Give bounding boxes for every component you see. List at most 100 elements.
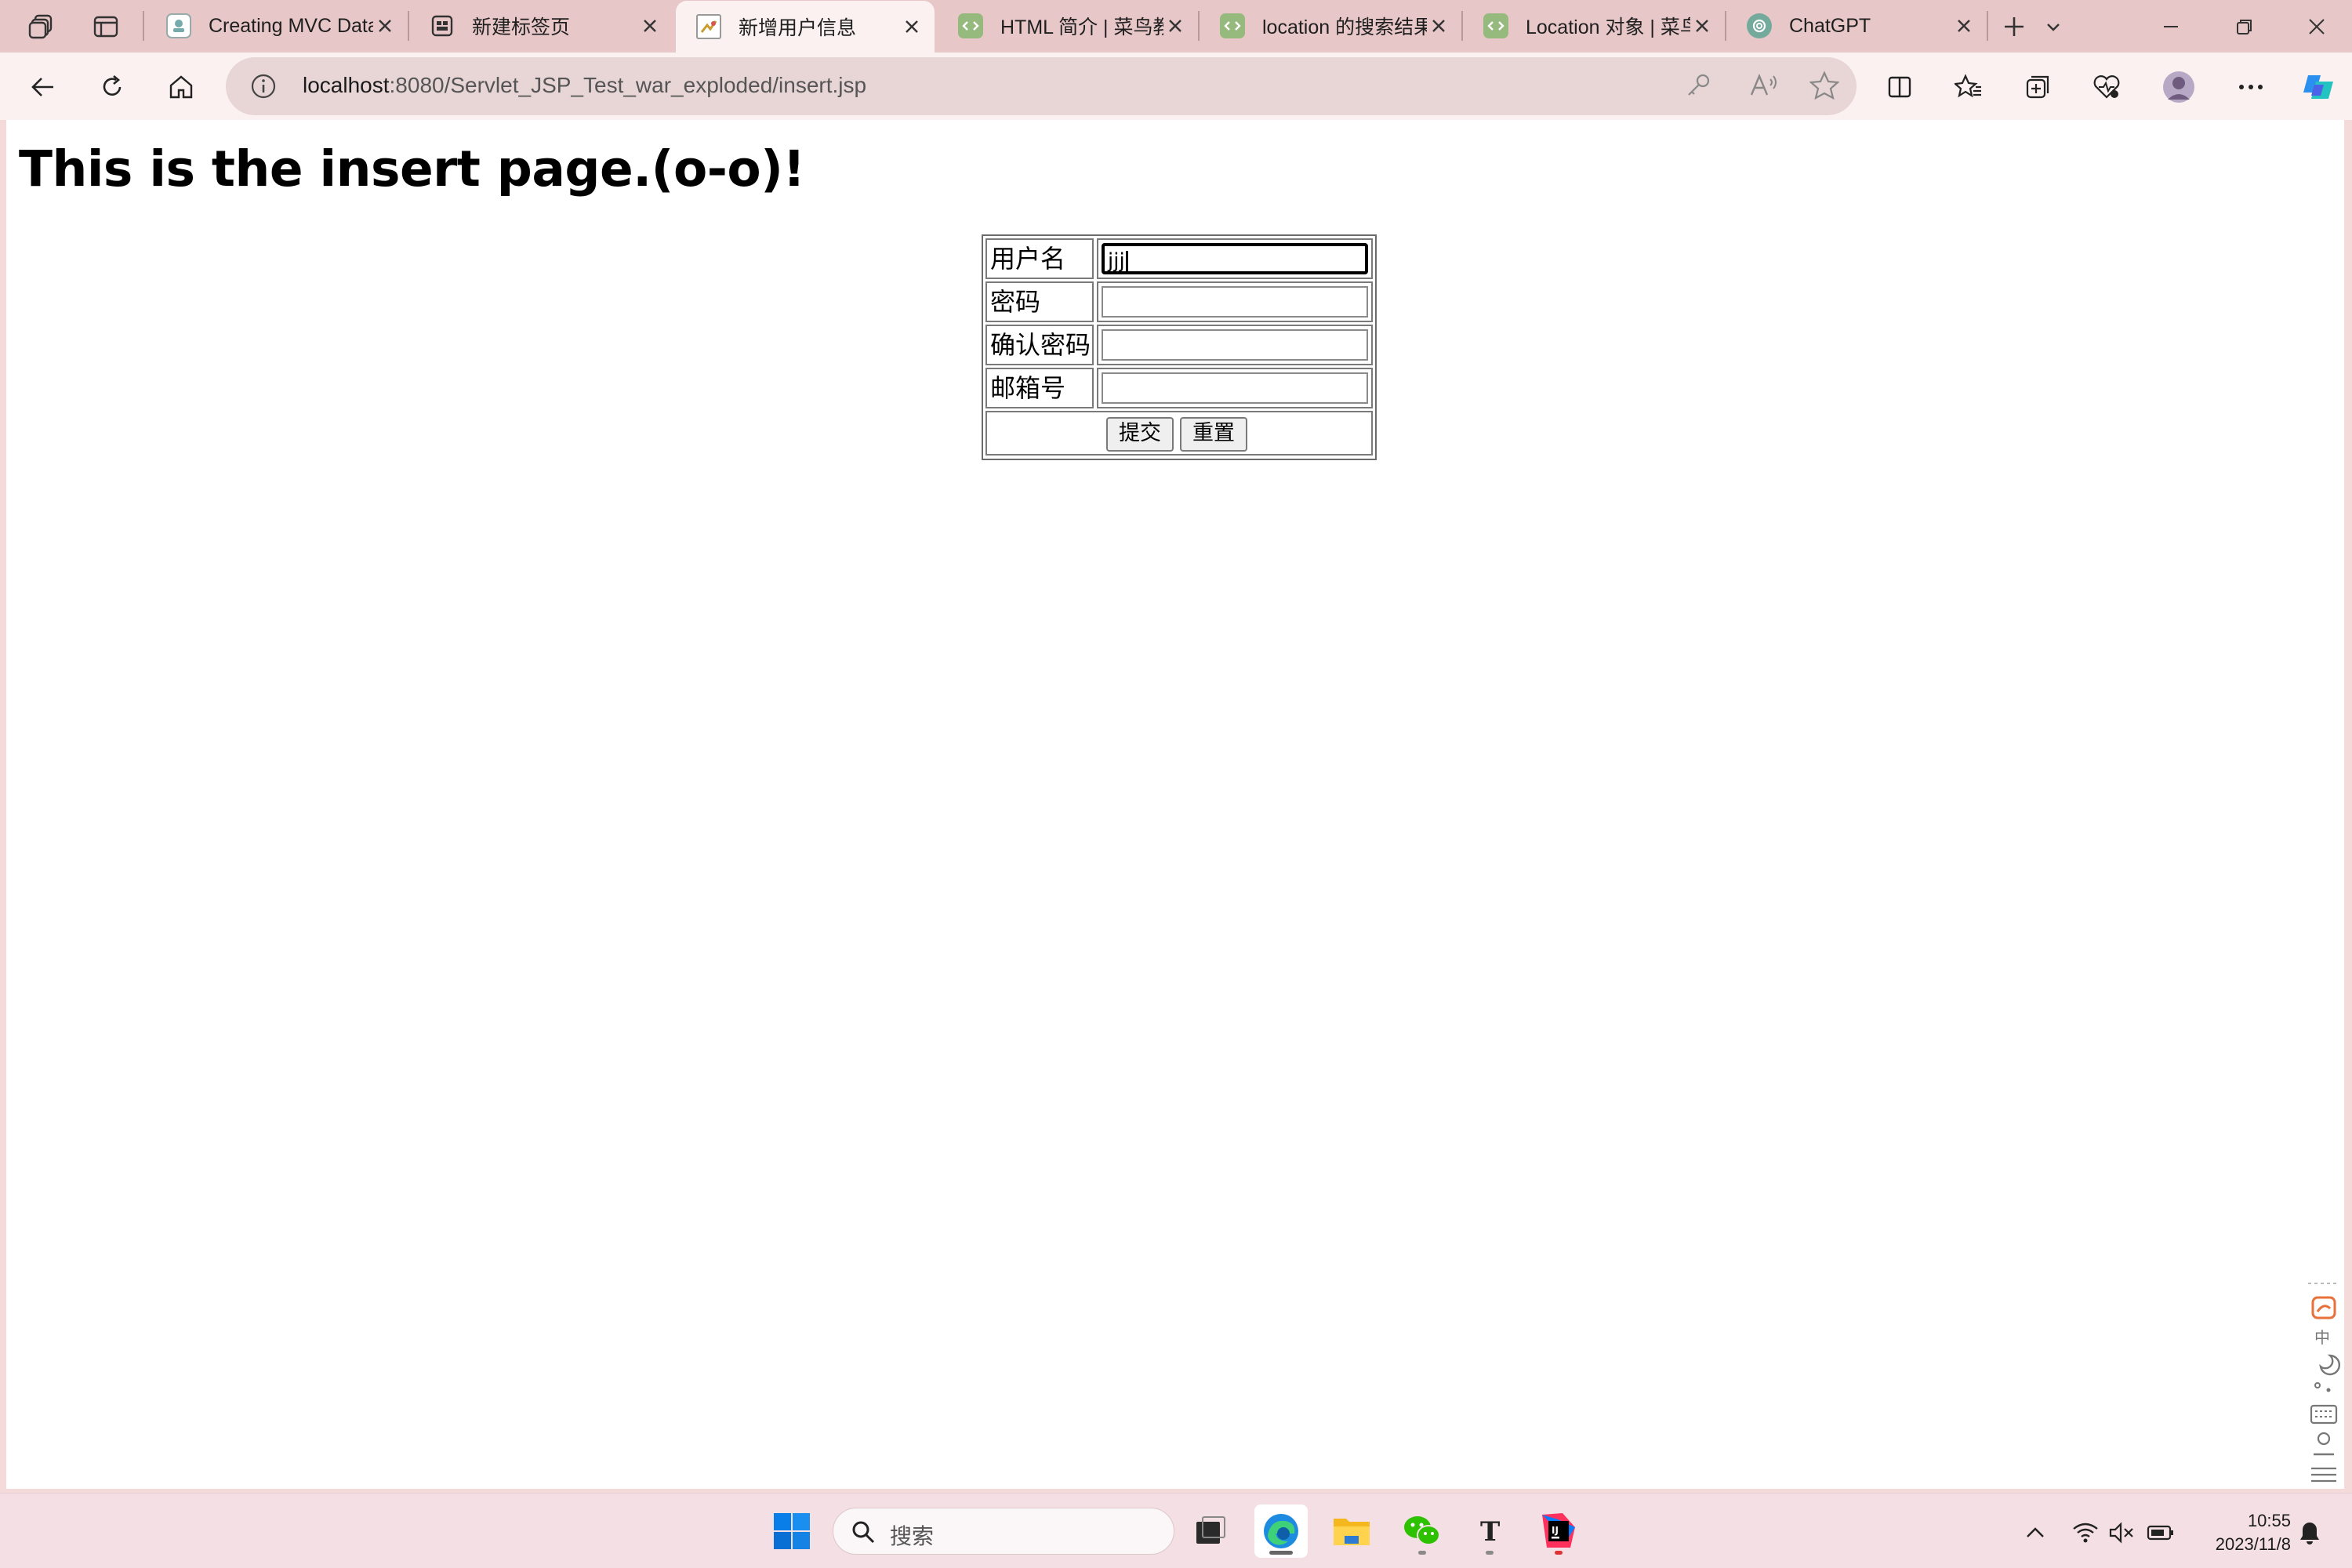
typora-icon[interactable]: T (1463, 1504, 1516, 1558)
tab-separator (1987, 11, 1988, 41)
insert-user-form: 用户名 jjj 密码 确认密码 邮箱号 提交 重置 (982, 234, 1377, 460)
chatgpt-favicon-icon (1747, 13, 1772, 38)
split-screen-icon[interactable] (1877, 64, 1922, 110)
email-label-cell: 邮箱号 (985, 368, 1094, 408)
battery-icon[interactable] (2145, 1517, 2176, 1548)
tab-strip: Creating MVC Data 新建标签页 新增用户信息 HTML 简介 |… (0, 0, 2352, 53)
password-input-cell (1097, 281, 1373, 322)
minimize-icon[interactable] (2148, 8, 2194, 45)
web-page: This is the insert page.(o-o)! 用户名 jjj 密… (6, 120, 2344, 1549)
username-label-cell: 用户名 (985, 238, 1094, 279)
home-icon[interactable] (158, 64, 204, 110)
runoob-favicon-icon (1220, 13, 1245, 38)
close-icon[interactable] (900, 15, 924, 38)
username-input-cell: jjj (1097, 238, 1373, 279)
tab-creating-mvc[interactable]: Creating MVC Data (146, 2, 408, 50)
show-hidden-icons-chevron-up-icon[interactable] (2020, 1517, 2051, 1548)
tab-location-object[interactable]: Location 对象 | 菜鸟 (1463, 2, 1725, 50)
tab-insert-user[interactable]: 新增用户信息 (676, 1, 935, 53)
svg-text:T: T (1480, 1516, 1500, 1547)
tab-list-chevron-down-icon[interactable] (2031, 8, 2076, 45)
url-host: localhost (303, 73, 390, 97)
system-clock[interactable]: 10:55 2023/11/8 (2189, 1509, 2291, 1556)
tab-title: 新增用户信息 (739, 17, 857, 39)
taskbar-search-box[interactable]: 搜索 (833, 1508, 1174, 1555)
tab-new-tab[interactable]: 新建标签页 (409, 2, 673, 50)
vertical-tabs-icon[interactable] (83, 8, 129, 45)
tab-separator (143, 11, 144, 41)
page-favicon-icon (166, 13, 191, 38)
favorite-star-icon[interactable] (1809, 71, 1841, 102)
close-icon[interactable] (373, 14, 397, 38)
clock-time: 10:55 (2247, 1511, 2291, 1530)
close-icon[interactable] (1690, 14, 1714, 38)
form-buttons-cell: 提交 重置 (985, 411, 1373, 456)
running-indicator (1418, 1551, 1426, 1555)
url-text: localhost:8080/Servlet_JSP_Test_war_expl… (303, 73, 866, 98)
password-input[interactable] (1102, 286, 1368, 318)
running-indicator (1269, 1551, 1293, 1555)
running-indicator (1486, 1551, 1494, 1555)
workspaces-icon[interactable] (19, 8, 64, 45)
tab-title: Creating MVC Data (209, 14, 373, 37)
navigation-bar: localhost:8080/Servlet_JSP_Test_war_expl… (0, 53, 2352, 120)
profile-avatar[interactable] (2156, 64, 2201, 110)
tab-location-search[interactable]: location 的搜索结果 (1200, 2, 1461, 50)
taskbar: 搜索 T IJ 10:55 2023/11/8 (0, 1493, 2352, 1568)
tab-title: location 的搜索结果 (1262, 16, 1427, 38)
running-indicator (1555, 1551, 1563, 1555)
search-placeholder: 搜索 (890, 1524, 935, 1548)
site-info-icon[interactable] (249, 72, 278, 100)
collections-icon[interactable] (2015, 64, 2060, 110)
email-input-cell (1097, 368, 1373, 408)
username-value: jjj (1108, 249, 1125, 273)
volume-muted-icon[interactable] (2106, 1517, 2137, 1548)
clock-date: 2023/11/8 (2215, 1534, 2291, 1554)
close-icon[interactable] (638, 14, 662, 38)
tab-title: 新建标签页 (472, 16, 571, 38)
tab-html-intro[interactable]: HTML 简介 | 菜鸟教 (938, 2, 1198, 50)
close-icon[interactable] (1163, 14, 1187, 38)
reset-button[interactable]: 重置 (1180, 417, 1247, 452)
url-path: :8080/Servlet_JSP_Test_war_exploded/inse… (389, 73, 867, 97)
more-options-icon[interactable] (2228, 64, 2274, 110)
submit-button[interactable]: 提交 (1106, 417, 1174, 452)
username-label: 用户名 (990, 244, 1066, 274)
start-windows-icon[interactable] (765, 1504, 818, 1558)
copilot-icon[interactable] (2296, 64, 2341, 110)
notification-bell-icon[interactable] (2294, 1517, 2325, 1548)
password-label-cell: 密码 (985, 281, 1094, 322)
page-favicon-icon (696, 14, 721, 39)
svg-text:中: 中 (2314, 1328, 2330, 1347)
address-bar[interactable]: localhost:8080/Servlet_JSP_Test_war_expl… (226, 57, 1857, 115)
email-label: 邮箱号 (990, 373, 1066, 403)
confirm-password-input[interactable] (1102, 329, 1368, 361)
password-label: 密码 (990, 287, 1041, 317)
runoob-favicon-icon (1483, 13, 1508, 38)
read-aloud-icon[interactable] (1748, 71, 1780, 103)
close-icon[interactable] (1427, 14, 1450, 38)
wifi-icon[interactable] (2070, 1517, 2101, 1548)
page-heading: This is the insert page.(o-o)! (19, 140, 805, 198)
favorites-icon[interactable] (1946, 64, 1991, 110)
runoob-favicon-icon (958, 13, 983, 38)
file-explorer-icon[interactable] (1325, 1504, 1378, 1558)
edge-browser-icon[interactable] (1254, 1504, 1308, 1558)
back-icon[interactable] (20, 64, 66, 110)
tab-title: Location 对象 | 菜鸟 (1526, 16, 1690, 38)
close-icon[interactable] (1952, 14, 1976, 38)
wechat-icon[interactable] (1396, 1504, 1449, 1558)
close-window-icon[interactable] (2294, 8, 2339, 45)
restore-icon[interactable] (2222, 8, 2267, 45)
svg-text:IJ: IJ (1552, 1525, 1559, 1536)
task-view-icon[interactable] (1184, 1504, 1237, 1558)
username-input[interactable]: jjj (1102, 243, 1368, 274)
key-icon[interactable] (1684, 71, 1715, 103)
email-input[interactable] (1102, 372, 1368, 404)
refresh-icon[interactable] (89, 64, 135, 110)
search-icon (852, 1521, 875, 1544)
browser-essentials-icon[interactable] (2084, 64, 2129, 110)
intellij-idea-icon[interactable]: IJ (1532, 1504, 1585, 1558)
text-caret (1125, 250, 1128, 273)
tab-chatgpt[interactable]: ChatGPT (1726, 2, 1987, 50)
